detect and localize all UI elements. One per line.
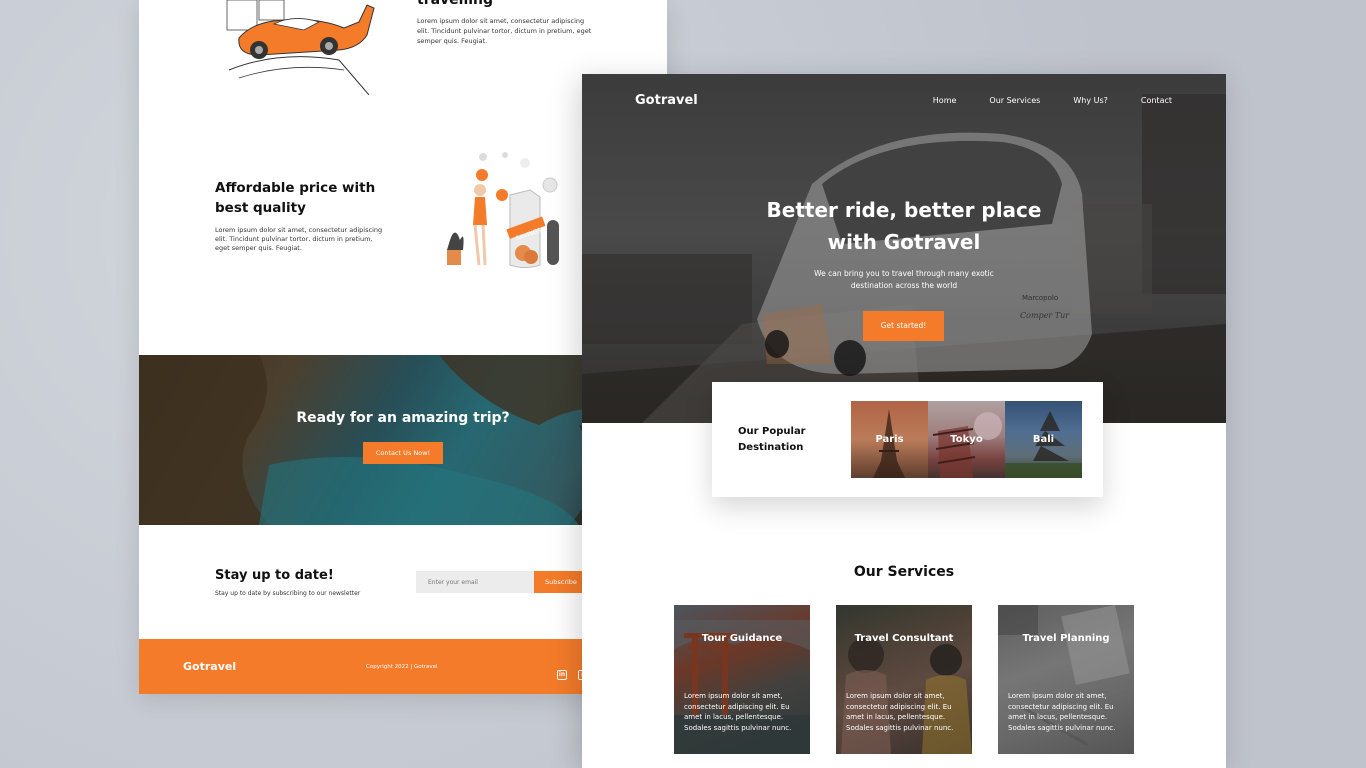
feature-travel-text: Lorem ipsum dolor sit amet, consectetur … [417, 17, 592, 45]
get-started-button[interactable]: Get started! [863, 311, 944, 341]
service-title-travel-consultant: Travel Consultant [854, 633, 954, 644]
service-title-tour-guidance: Tour Guidance [701, 633, 783, 644]
hero-title-line1: Better ride, better place [766, 198, 1042, 222]
footer-logo[interactable]: Gotravel [183, 660, 236, 673]
destination-label-paris: Paris [875, 434, 904, 445]
destination-tile-bali[interactable]: Bali [1005, 401, 1082, 478]
feature-price-title: Affordable price with best quality [215, 180, 376, 216]
services-heading: Our Services [853, 564, 955, 580]
service-card-travel-consultant[interactable]: Travel Consultant Lorem ipsum dolor sit … [836, 605, 972, 754]
nav-link-contact[interactable]: Contact [1141, 96, 1172, 105]
hero-subtitle: We can bring you to travel through many … [814, 269, 994, 290]
destination-tile-tokyo[interactable]: Tokyo [928, 401, 1005, 478]
savings-jar-illustration: SAVINGS [447, 152, 559, 268]
destination-tile-paris[interactable]: Paris [851, 401, 928, 478]
service-text-travel-planning: Lorem ipsum dolor sit amet, consectetur … [1008, 692, 1116, 732]
hero-title-line2: with Gotravel [827, 230, 981, 254]
nav-logo[interactable]: Gotravel [635, 93, 698, 108]
service-card-tour-guidance[interactable]: Tour Guidance Lorem ipsum dolor sit amet… [674, 605, 810, 754]
newsletter-subtitle: Stay up to date by subscribing to our ne… [215, 590, 361, 597]
sports-car-illustration [226, 0, 375, 95]
feature-price-text: Lorem ipsum dolor sit amet, consectetur … [215, 226, 383, 252]
nav-link-services[interactable]: Our Services [989, 96, 1040, 105]
newsletter-title: Stay up to date! [215, 568, 334, 583]
front-page-mockup: Marcopolo Comper Tur Gotravel Home Our S… [582, 74, 1226, 768]
destination-title: Our Popular Destination [738, 426, 806, 453]
service-card-travel-planning[interactable]: Travel Planning Lorem ipsum dolor sit am… [998, 605, 1134, 754]
hero-section: Marcopolo Comper Tur Gotravel Home Our S… [582, 74, 1226, 423]
newsletter-email-input[interactable] [416, 571, 534, 593]
destination-label-tokyo: Tokyo [950, 434, 983, 445]
service-title-travel-planning: Travel Planning [1022, 633, 1110, 644]
destination-tiles: Paris Tokyo Bali [851, 401, 1082, 478]
destination-label-bali: Bali [1032, 434, 1055, 445]
feature-travel-title: travelling [417, 0, 494, 8]
nav-link-home[interactable]: Home [933, 96, 957, 105]
nav-link-why-us[interactable]: Why Us? [1073, 96, 1108, 105]
nav-menu: Home Our Services Why Us? Contact [933, 96, 1172, 105]
popular-destination-card: Our Popular Destination Paris Tokyo Bali [712, 382, 1103, 497]
footer-copyright: Copyright 2022 | Gotravel [366, 664, 438, 670]
linkedin-icon[interactable]: in [557, 670, 567, 680]
service-text-tour-guidance: Lorem ipsum dolor sit amet, consectetur … [684, 692, 792, 732]
service-text-travel-consultant: Lorem ipsum dolor sit amet, consectetur … [846, 692, 954, 732]
contact-us-button[interactable]: Contact Us Now! [363, 442, 443, 464]
hero-title: Better ride, better place with Gotravel [582, 194, 1226, 258]
